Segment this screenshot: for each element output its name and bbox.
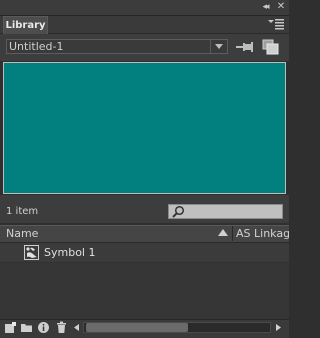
tab-library[interactable]: Library — [3, 16, 48, 34]
document-select-value: Untitled-1 — [9, 40, 64, 53]
chevron-down-icon[interactable] — [210, 40, 228, 53]
search-input[interactable] — [168, 204, 283, 219]
scroll-left-icon[interactable] — [72, 322, 82, 333]
delete-icon[interactable] — [55, 321, 68, 334]
close-panel-icon[interactable]: ✕ — [275, 1, 287, 13]
scrollbar-thumb[interactable] — [86, 323, 188, 332]
symbol-preview — [3, 62, 286, 194]
column-linkage-header[interactable]: AS Linkag — [236, 226, 289, 241]
sort-ascending-icon[interactable] — [217, 228, 229, 238]
column-name-header[interactable]: Name — [6, 226, 38, 241]
properties-icon[interactable] — [37, 321, 50, 334]
item-count: 1 item — [6, 206, 39, 217]
movieclip-symbol-icon — [24, 245, 39, 260]
search-icon — [172, 205, 185, 218]
pin-icon[interactable] — [236, 40, 254, 54]
collapse-panel-icon[interactable]: ◂◂ — [258, 1, 272, 13]
new-library-panel-icon[interactable] — [262, 39, 279, 55]
new-folder-icon[interactable] — [20, 321, 33, 334]
column-divider[interactable] — [232, 226, 233, 241]
panel-top-strip — [0, 0, 289, 16]
panel-menu-icon[interactable] — [268, 18, 284, 31]
list-item-label: Symbol 1 — [44, 246, 96, 259]
new-symbol-icon[interactable] — [4, 321, 17, 334]
scroll-right-icon[interactable] — [273, 322, 283, 333]
